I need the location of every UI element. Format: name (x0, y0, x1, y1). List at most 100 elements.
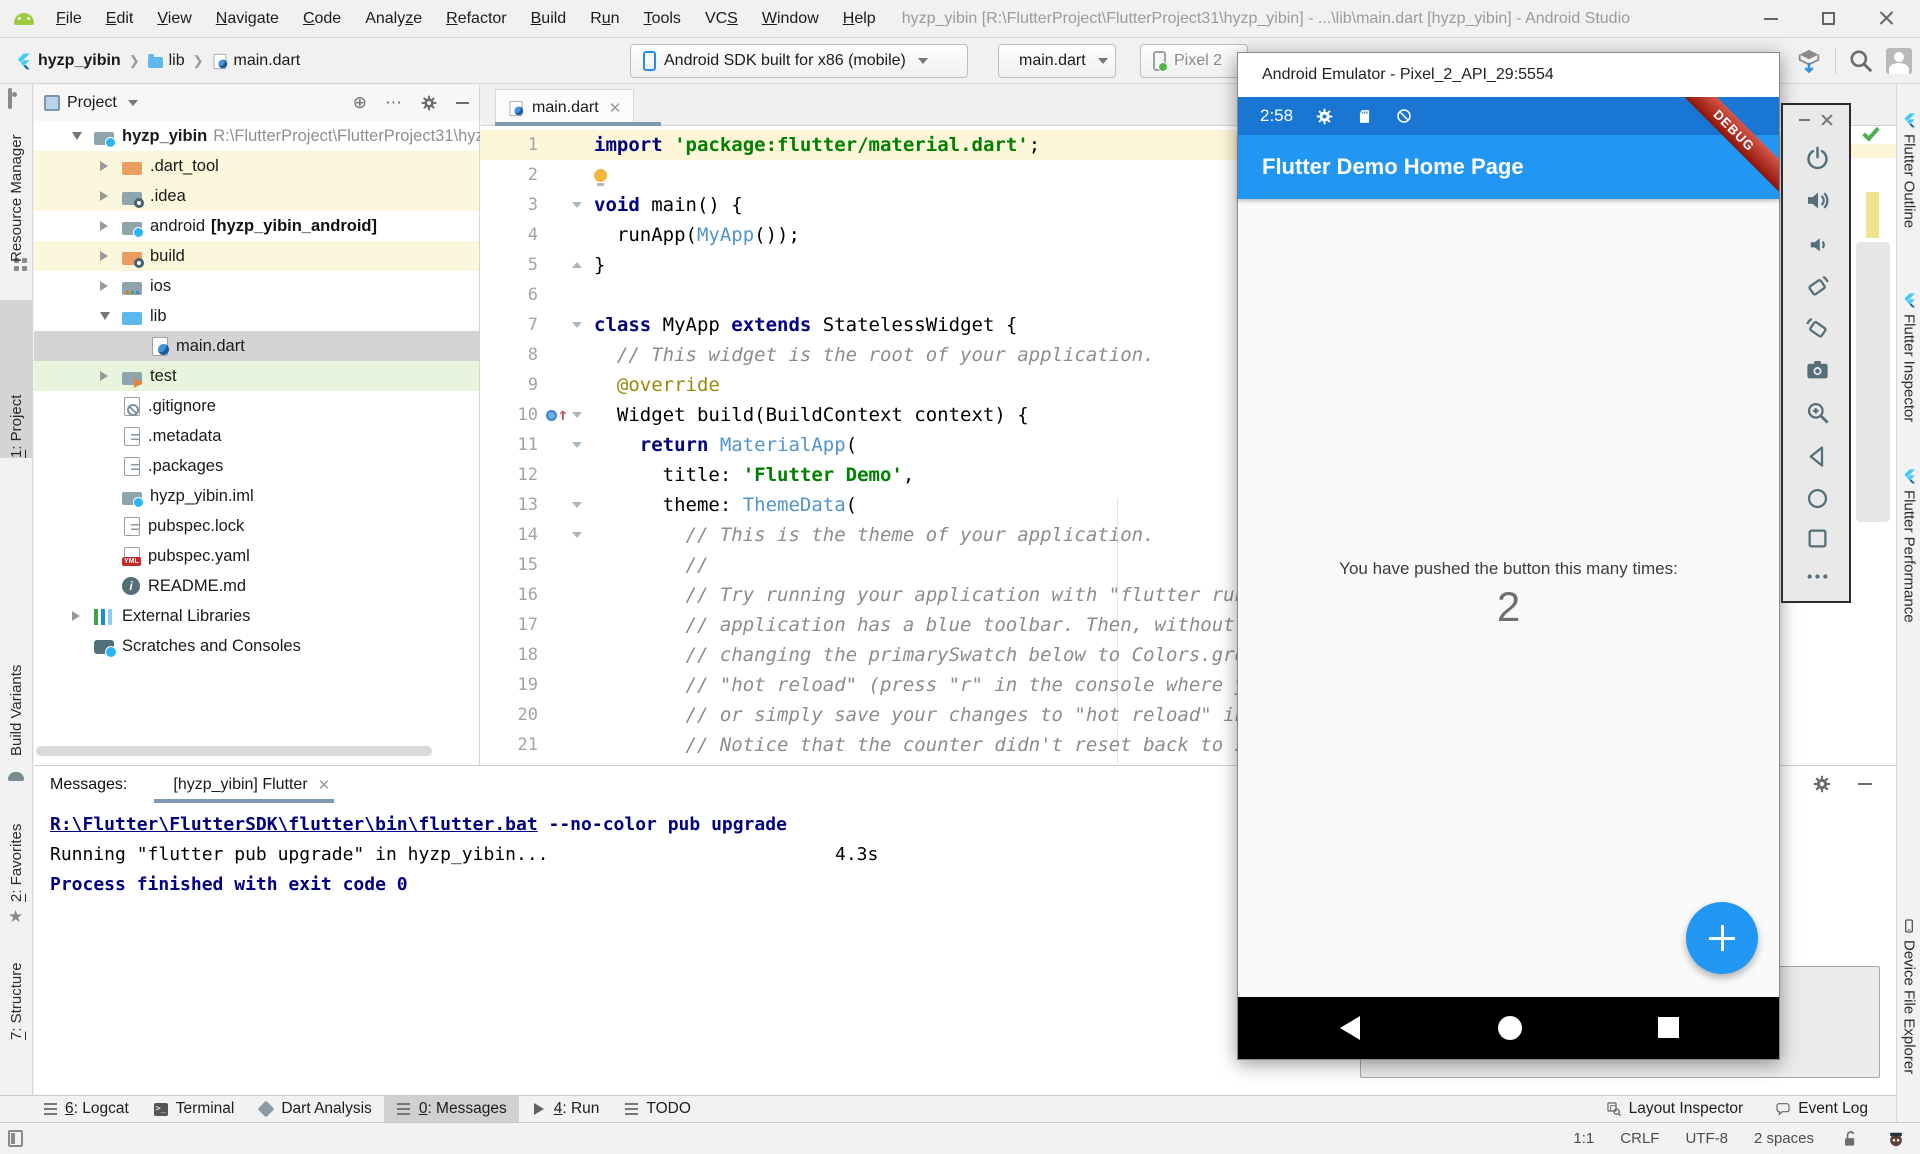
line-separator[interactable]: CRLF (1620, 1130, 1659, 1147)
close-window-icon[interactable] (1879, 11, 1894, 26)
menu-analyze[interactable]: Analyze (353, 10, 434, 28)
expand-arrow-icon[interactable] (100, 221, 108, 231)
expand-arrow-icon[interactable] (100, 251, 108, 261)
stripe-2-favorites[interactable]: 2: Favorites (0, 806, 33, 902)
toolwindow-event-log[interactable]: Event Log (1763, 1100, 1880, 1118)
menu-code[interactable]: Code (291, 10, 353, 28)
volume-up-icon[interactable] (1804, 187, 1831, 214)
tree-row-ios[interactable]: ios (34, 271, 479, 301)
line-number[interactable]: 13 (480, 495, 538, 515)
close-tab-icon[interactable]: ✕ (318, 776, 331, 794)
tree-row--gitignore[interactable]: .gitignore (34, 391, 479, 421)
menu-tools[interactable]: Tools (632, 10, 693, 28)
android-icon[interactable] (8, 772, 24, 781)
line-number[interactable]: 1 (480, 135, 538, 155)
expand-arrow-icon[interactable] (100, 281, 108, 291)
collapse-arrow-icon[interactable] (100, 312, 110, 320)
expand-arrow-icon[interactable] (100, 371, 108, 381)
fold-marker-icon[interactable] (568, 202, 586, 208)
flutter-bat-link[interactable]: R:\Flutter\FlutterSDK\flutter\bin\flutte… (50, 814, 538, 835)
fold-marker-icon[interactable] (568, 532, 586, 538)
settings-gear-icon[interactable] (1812, 774, 1832, 794)
line-number[interactable]: 17 (480, 615, 538, 635)
menu-run[interactable]: Run (578, 10, 631, 28)
tree-row-main-dart[interactable]: main.dart (34, 331, 479, 361)
breadcrumb-lib[interactable]: lib (169, 52, 185, 70)
rotate-right-icon[interactable] (1804, 315, 1831, 342)
menu-vcs[interactable]: VCS (693, 10, 750, 28)
close-tab-icon[interactable]: ✕ (609, 99, 622, 117)
nav-overview-icon[interactable] (1658, 1017, 1679, 1038)
intention-bulb-icon[interactable] (594, 169, 607, 182)
line-number[interactable]: 5 (480, 255, 538, 275)
menu-help[interactable]: Help (831, 10, 888, 28)
toolwindow-todo[interactable]: TODO (611, 1096, 703, 1122)
toolwindow-dart-analysis[interactable]: Dart Analysis (246, 1096, 383, 1122)
override-marker-icon[interactable] (546, 410, 557, 421)
profile-avatar[interactable] (1886, 48, 1912, 74)
collapse-arrow-icon[interactable] (72, 132, 82, 140)
stripe-build-variants[interactable]: Build Variants (0, 644, 33, 756)
toolwindow-4-run[interactable]: 4: Run (519, 1096, 612, 1122)
fold-marker-icon[interactable] (568, 412, 586, 418)
tree-row-external-libraries[interactable]: External Libraries (34, 601, 479, 631)
line-number[interactable]: 10 (480, 405, 538, 425)
tree-row-build[interactable]: build (34, 241, 479, 271)
nav-back-icon[interactable] (1340, 1016, 1360, 1040)
tree-row--packages[interactable]: .packages (34, 451, 479, 481)
fold-marker-icon[interactable] (568, 322, 586, 328)
expand-arrow-icon[interactable] (100, 191, 108, 201)
run-configuration-dropdown[interactable]: main.dart (998, 44, 1116, 78)
line-number[interactable]: 12 (480, 465, 538, 485)
file-encoding[interactable]: UTF-8 (1685, 1130, 1728, 1147)
tree-row--metadata[interactable]: .metadata (34, 421, 479, 451)
hide-panel-icon[interactable] (1858, 783, 1872, 785)
breadcrumb-project[interactable]: hyzp_yibin (38, 52, 121, 70)
tree-row-android[interactable]: android [hyzp_yibin_android] (34, 211, 479, 241)
increment-fab-button[interactable] (1686, 902, 1758, 974)
maximize-window-icon[interactable] (1822, 12, 1835, 25)
chevron-down-icon[interactable] (128, 100, 138, 106)
resource-manager-icon[interactable] (8, 88, 12, 109)
settings-gear-icon[interactable] (420, 94, 438, 112)
line-number[interactable]: 19 (480, 675, 538, 695)
more-options-icon[interactable] (1804, 563, 1831, 590)
sdk-manager-icon[interactable] (1795, 47, 1823, 75)
tree-row-scratches-and-consoles[interactable]: Scratches and Consoles (34, 631, 479, 661)
tree-row-pubspec-lock[interactable]: pubspec.lock (34, 511, 479, 541)
line-number[interactable]: 14 (480, 525, 538, 545)
locate-file-icon[interactable]: ⊕ (353, 93, 367, 113)
menu-refactor[interactable]: Refactor (434, 10, 518, 28)
tab-main-dart[interactable]: main.dart ✕ (495, 89, 634, 126)
indent-setting[interactable]: 2 spaces (1754, 1130, 1814, 1147)
line-number[interactable]: 7 (480, 315, 538, 335)
toolwindow-0-messages[interactable]: 0: Messages (384, 1096, 519, 1122)
line-number[interactable]: 15 (480, 555, 538, 575)
stripe-1-project[interactable]: 1: Project (0, 300, 33, 458)
lock-icon[interactable] (1840, 1129, 1860, 1149)
tree-row-hyzp-yibin[interactable]: hyzp_yibin R:\FlutterProject\FlutterProj… (34, 121, 479, 151)
expand-arrow-icon[interactable] (100, 161, 108, 171)
toolwindow-layout-inspector[interactable]: Layout Inspector (1594, 1100, 1756, 1118)
device-button[interactable]: Pixel 2 (1140, 44, 1248, 78)
menu-window[interactable]: Window (750, 10, 831, 28)
zoom-icon[interactable] (1804, 399, 1831, 426)
stripe-flutter-outline[interactable]: Flutter Outline (1897, 134, 1920, 252)
stripe-device-file-explorer[interactable]: Device File Explorer (1897, 940, 1920, 1092)
tree-row-pubspec-yaml[interactable]: pubspec.yaml (34, 541, 479, 571)
emulator-title-bar[interactable]: Android Emulator - Pixel_2_API_29:5554 (1238, 53, 1779, 97)
menu-file[interactable]: File (44, 10, 94, 28)
fold-marker-icon[interactable] (568, 262, 586, 268)
home-icon[interactable] (1804, 485, 1831, 512)
line-number[interactable]: 18 (480, 645, 538, 665)
breadcrumb-file[interactable]: main.dart (234, 52, 301, 70)
tree-row-test[interactable]: test (34, 361, 479, 391)
line-number[interactable]: 16 (480, 585, 538, 605)
favorites-star-icon[interactable]: ★ (8, 908, 25, 925)
menu-edit[interactable]: Edit (94, 10, 146, 28)
tree-row-lib[interactable]: lib (34, 301, 479, 331)
line-number[interactable]: 21 (480, 735, 538, 755)
fold-marker-icon[interactable] (568, 442, 586, 448)
line-number[interactable]: 11 (480, 435, 538, 455)
stripe-flutter-performance[interactable]: Flutter Performance (1897, 490, 1920, 640)
